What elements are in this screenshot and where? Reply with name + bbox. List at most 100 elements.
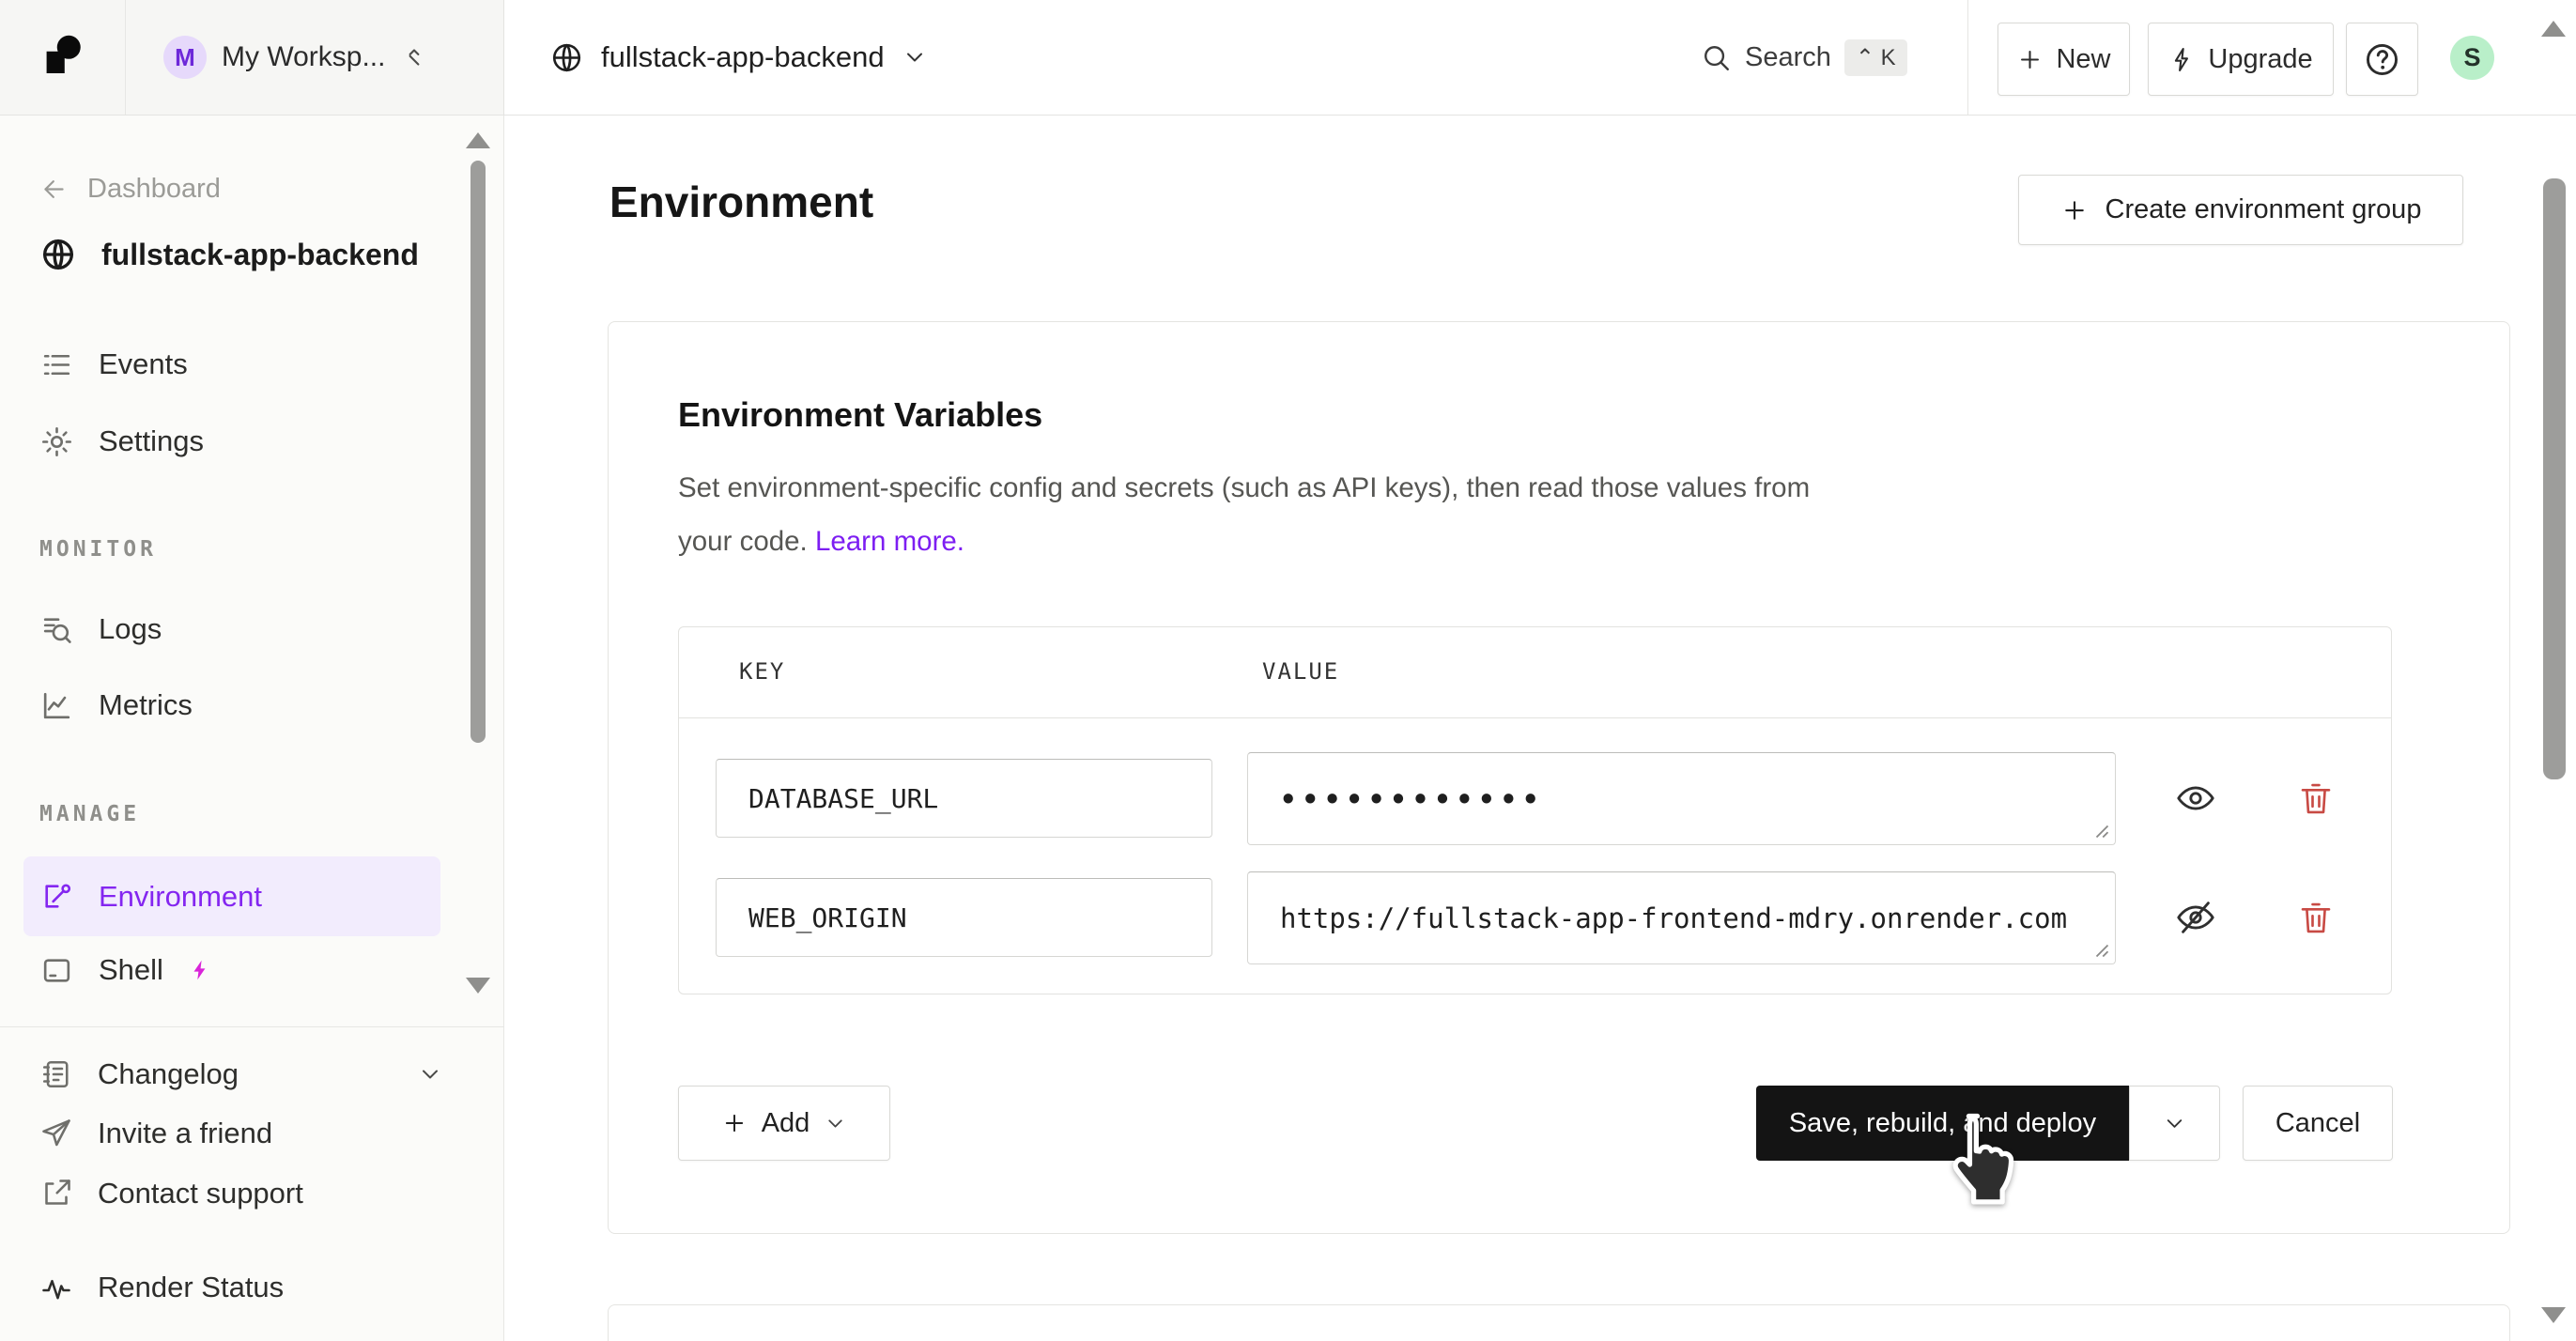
workspace-avatar: M [163, 36, 207, 79]
cancel-button[interactable]: Cancel [2243, 1086, 2393, 1161]
service-selector[interactable]: fullstack-app-backend [549, 0, 928, 115]
workspace-switcher[interactable]: M My Worksp... [126, 0, 504, 115]
changelog-label: Changelog [98, 1057, 239, 1091]
chevron-down-icon [824, 1112, 847, 1135]
plus-icon [721, 1110, 748, 1136]
eye-off-icon [2174, 896, 2217, 939]
new-button-label: New [2056, 44, 2110, 75]
arrow-left-icon [39, 175, 69, 204]
environment-label: Environment [99, 880, 262, 914]
env-vars-table: KEY VALUE DATABASE_URL •••••••••••• [678, 626, 2392, 994]
new-button[interactable]: New [1998, 23, 2130, 96]
invite-label: Invite a friend [98, 1117, 272, 1150]
sidebar-item-metrics[interactable]: Metrics [39, 683, 193, 728]
env-value-input[interactable]: https://fullstack-app-frontend-mdry.onre… [1247, 871, 2116, 964]
paper-plane-icon [39, 1117, 73, 1150]
chevron-down-icon [417, 1061, 443, 1087]
sidebar-item-changelog[interactable]: Changelog [39, 1052, 443, 1097]
sidebar-service-name: fullstack-app-backend [101, 238, 419, 272]
chevron-up-down-icon [400, 41, 428, 73]
service-name: fullstack-app-backend [601, 40, 885, 74]
search-label: Search [1745, 42, 1831, 73]
sidebar-item-logs[interactable]: Logs [39, 607, 162, 652]
create-environment-group-label: Create environment group [2106, 194, 2422, 225]
value-column-header: VALUE [1262, 658, 1339, 685]
sidebar-scroll-down-arrow[interactable] [466, 978, 490, 994]
page-scroll-up-arrow[interactable] [2541, 21, 2566, 37]
search-icon [1700, 41, 1732, 73]
sidebar-scroll-up-arrow[interactable] [466, 132, 490, 148]
delete-row-button[interactable] [2291, 774, 2340, 823]
sidebar: Dashboard fullstack-app-backend Events S… [0, 116, 504, 1341]
learn-more-link[interactable]: Learn more. [815, 526, 964, 557]
sidebar-scrollbar-thumb[interactable] [470, 161, 486, 743]
trash-icon [2296, 778, 2336, 818]
key-column-header: KEY [739, 658, 785, 685]
sidebar-item-invite[interactable]: Invite a friend [39, 1111, 272, 1156]
terminal-icon [39, 953, 74, 988]
env-value-input-masked[interactable]: •••••••••••• [1247, 752, 2116, 845]
render-logo-icon [38, 30, 88, 85]
sidebar-item-events[interactable]: Events [39, 342, 188, 387]
top-bar: M My Worksp... fullstack-app-backend Sea… [0, 0, 2576, 116]
shell-bolt-icon [188, 958, 212, 982]
table-header: KEY VALUE [679, 627, 2391, 718]
section-manage: MANAGE [39, 802, 140, 826]
metrics-label: Metrics [99, 688, 193, 722]
hide-value-button[interactable] [2171, 893, 2220, 942]
topbar-divider [1967, 0, 1968, 115]
contact-support-label: Contact support [98, 1177, 303, 1210]
logs-icon [39, 612, 74, 647]
add-variable-button[interactable]: Add [678, 1086, 890, 1161]
page-scroll-down-arrow[interactable] [2541, 1307, 2566, 1323]
workspace-name: My Worksp... [222, 41, 385, 73]
env-key-input[interactable]: DATABASE_URL [716, 759, 1212, 838]
lightning-icon [2168, 46, 2196, 73]
sidebar-service[interactable]: fullstack-app-backend [39, 232, 419, 277]
page-scrollbar-thumb[interactable] [2543, 178, 2566, 779]
shell-label: Shell [99, 953, 163, 987]
user-avatar[interactable]: S [2450, 36, 2494, 80]
page-title: Environment [609, 177, 873, 227]
delete-row-button[interactable] [2291, 893, 2340, 942]
create-environment-group-button[interactable]: Create environment group [2018, 175, 2463, 245]
settings-label: Settings [99, 424, 204, 458]
changelog-icon [39, 1057, 73, 1091]
trash-icon [2296, 898, 2336, 937]
section-monitor: MONITOR [39, 537, 157, 562]
gear-icon [39, 424, 74, 459]
sidebar-item-shell[interactable]: Shell [39, 948, 212, 993]
environment-variables-card: Environment Variables Set environment-sp… [608, 321, 2510, 1234]
card-heading: Environment Variables [678, 395, 1042, 435]
help-button[interactable] [2346, 23, 2418, 96]
resize-grip-icon[interactable] [2095, 825, 2109, 839]
sidebar-item-render-status[interactable]: Render Status [39, 1265, 284, 1310]
list-icon [39, 347, 74, 382]
sidebar-divider [0, 1026, 504, 1027]
sidebar-item-settings[interactable]: Settings [39, 419, 204, 464]
render-status-label: Render Status [98, 1271, 284, 1304]
card-description: Set environment-specific config and secr… [678, 461, 1861, 568]
chart-icon [39, 688, 74, 723]
add-button-label: Add [762, 1108, 810, 1139]
env-key-input[interactable]: WEB_ORIGIN [716, 878, 1212, 957]
resize-grip-icon[interactable] [2095, 944, 2109, 958]
search-button[interactable]: Search ⌃ K [1700, 0, 1907, 115]
sidebar-item-environment[interactable]: Environment [23, 856, 440, 936]
upgrade-button[interactable]: Upgrade [2148, 23, 2334, 96]
sidebar-item-contact-support[interactable]: Contact support [39, 1171, 303, 1216]
chevron-down-icon [2162, 1111, 2187, 1136]
plus-icon [2016, 46, 2044, 73]
masked-value-text: •••••••••••• [1280, 783, 1545, 815]
environment-edit-icon [39, 879, 74, 914]
logs-label: Logs [99, 612, 162, 646]
save-rebuild-deploy-button[interactable]: Save, rebuild, and deploy [1756, 1086, 2129, 1161]
chevron-down-icon [902, 44, 928, 70]
cancel-button-label: Cancel [2275, 1108, 2360, 1139]
back-to-dashboard[interactable]: Dashboard [39, 166, 221, 211]
render-logo[interactable] [0, 0, 126, 115]
value-text: https://fullstack-app-frontend-mdry.onre… [1280, 902, 2067, 934]
upgrade-button-label: Upgrade [2208, 44, 2312, 75]
save-options-dropdown[interactable] [2129, 1086, 2220, 1161]
reveal-value-button[interactable] [2171, 774, 2220, 823]
